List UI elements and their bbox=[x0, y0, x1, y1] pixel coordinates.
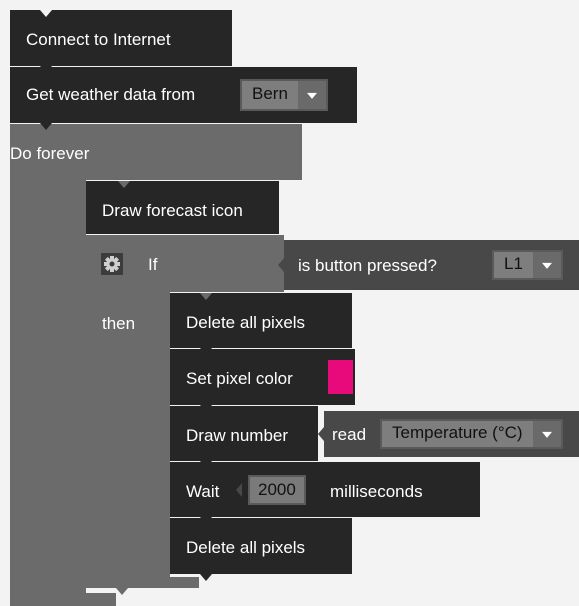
city-dropdown[interactable]: Bern bbox=[240, 79, 328, 111]
forever-block-arm bbox=[10, 180, 86, 594]
set-color-label: Set pixel color bbox=[186, 369, 293, 388]
connector-notch bbox=[40, 10, 52, 17]
if-block-arm: then bbox=[86, 292, 170, 588]
forever-label: Do forever bbox=[10, 144, 90, 163]
connector-notch bbox=[200, 574, 212, 581]
connector-notch bbox=[200, 348, 212, 355]
connector-notch bbox=[278, 258, 284, 272]
if-block-footer bbox=[86, 577, 199, 588]
connector-notch bbox=[40, 66, 52, 73]
delete-pixels-block-2[interactable]: Delete all pixels bbox=[170, 518, 352, 574]
connect-label: Connect to Internet bbox=[26, 30, 171, 49]
connector-notch bbox=[200, 461, 212, 468]
button-value: L1 bbox=[504, 254, 523, 273]
connector-notch bbox=[118, 181, 130, 188]
delete-label: Delete all pixels bbox=[186, 313, 306, 332]
wait-label: Wait bbox=[186, 482, 220, 501]
draw-icon-label: Draw forecast icon bbox=[102, 201, 243, 220]
wait-unit-label: milliseconds bbox=[330, 482, 423, 501]
gear-icon[interactable] bbox=[101, 253, 123, 275]
draw-number-label: Draw number bbox=[186, 426, 289, 445]
pixel-color-swatch[interactable] bbox=[328, 360, 353, 394]
read-sensor-block[interactable]: read Temperature (°C) bbox=[324, 411, 579, 457]
wait-block[interactable]: Wait 2000 milliseconds bbox=[170, 462, 480, 517]
connector-notch bbox=[318, 427, 324, 441]
connector-notch bbox=[116, 588, 128, 595]
draw-number-block[interactable]: Draw number bbox=[170, 406, 318, 461]
then-label: then bbox=[102, 314, 136, 333]
button-pressed-condition[interactable]: is button pressed? L1 bbox=[284, 240, 579, 290]
set-pixel-color-block[interactable]: Set pixel color bbox=[170, 349, 355, 405]
forever-block[interactable]: Do forever bbox=[10, 124, 302, 180]
dropdown-arrow-icon bbox=[532, 421, 561, 447]
sensor-value: Temperature (°C) bbox=[392, 423, 523, 442]
sensor-dropdown[interactable]: Temperature (°C) bbox=[380, 419, 563, 449]
connector-notch bbox=[236, 483, 242, 497]
connector-notch bbox=[200, 405, 212, 412]
connector-notch bbox=[40, 123, 52, 130]
city-value: Bern bbox=[252, 84, 288, 103]
delete-pixels-block[interactable]: Delete all pixels bbox=[170, 293, 352, 348]
weather-data-block[interactable]: Get weather data from Bern bbox=[10, 67, 357, 123]
weather-label: Get weather data from bbox=[26, 85, 196, 104]
dropdown-arrow-icon bbox=[297, 81, 326, 109]
wait-value-input[interactable]: 2000 bbox=[248, 475, 306, 505]
draw-forecast-icon-block[interactable]: Draw forecast icon bbox=[86, 181, 279, 234]
button-dropdown[interactable]: L1 bbox=[492, 250, 563, 280]
if-label: If bbox=[148, 255, 158, 274]
if-block[interactable]: If bbox=[86, 235, 284, 292]
connector-notch bbox=[200, 517, 212, 524]
condition-label: is button pressed? bbox=[298, 256, 437, 275]
forever-block-footer bbox=[10, 593, 116, 606]
read-label: read bbox=[332, 425, 367, 444]
connector-notch bbox=[200, 293, 212, 300]
delete-label-2: Delete all pixels bbox=[186, 538, 306, 557]
dropdown-arrow-icon bbox=[532, 252, 561, 278]
connect-internet-block[interactable]: Connect to Internet bbox=[10, 10, 232, 66]
